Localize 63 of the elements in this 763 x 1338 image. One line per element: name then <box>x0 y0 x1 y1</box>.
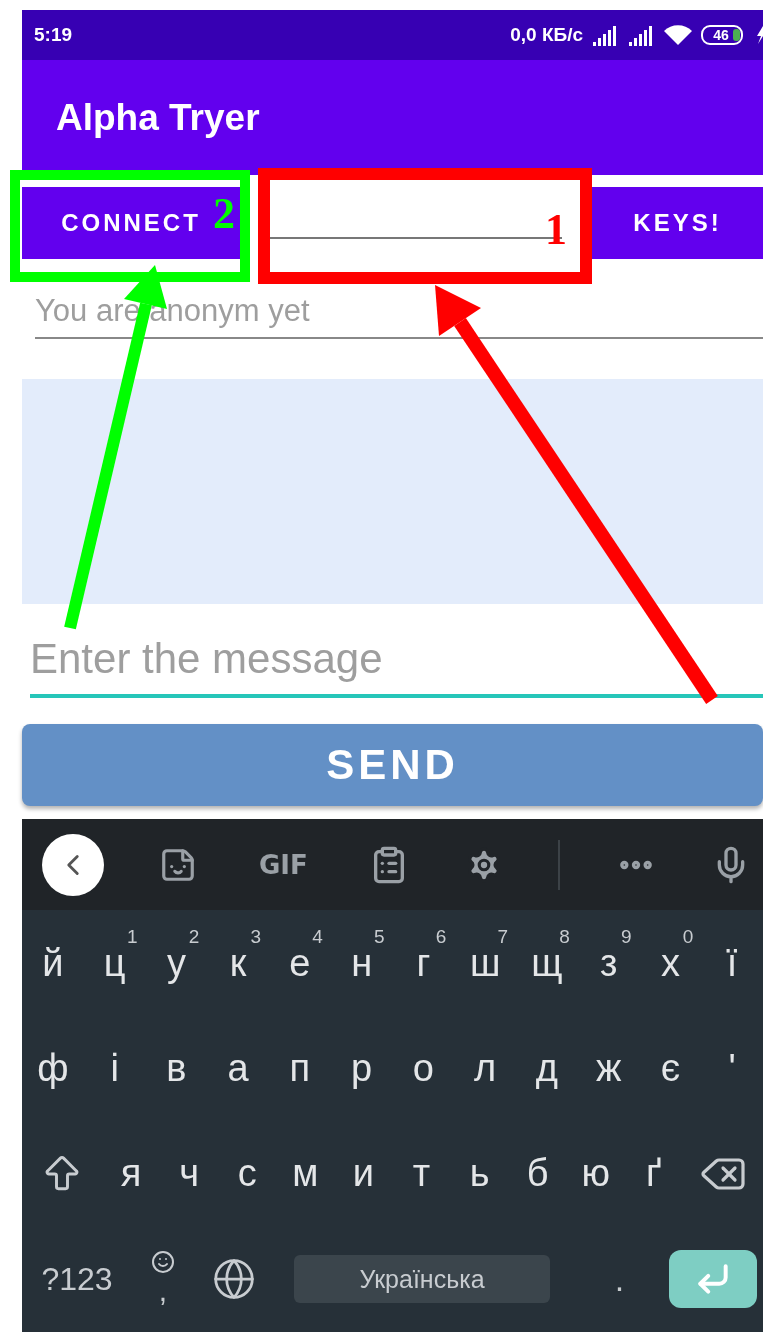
key-hint: 3 <box>250 926 261 949</box>
keyboard-key[interactable]: б <box>508 1121 567 1227</box>
keyboard-key[interactable]: ї <box>701 910 763 1016</box>
keyboard-key[interactable]: р <box>330 1015 393 1122</box>
key-hint: 9 <box>620 926 632 949</box>
nickname-field[interactable]: You are anonym yet <box>35 285 763 339</box>
keyboard-key[interactable]: о <box>392 1015 455 1122</box>
annotation-number: 2 <box>213 189 235 238</box>
keyboard-key[interactable]: ю <box>566 1121 625 1227</box>
keyboard-key[interactable]: ч <box>160 1121 219 1227</box>
keyboard-key[interactable]: ґ <box>624 1121 683 1227</box>
keyboard-key[interactable]: з 9 <box>577 910 640 1016</box>
key-hint: 4 <box>312 926 323 949</box>
keyboard-key[interactable]: м <box>276 1121 335 1227</box>
keyboard-key[interactable]: ш 7 <box>454 910 516 1016</box>
message-field[interactable]: Enter the message <box>30 624 763 698</box>
signal-icon <box>591 24 619 46</box>
key-hint: 8 <box>559 926 570 949</box>
keyboard-key[interactable]: є <box>639 1015 702 1122</box>
keyboard-key[interactable]: я <box>102 1121 161 1227</box>
space-key[interactable]: Українська <box>294 1255 550 1304</box>
keyboard-key[interactable]: а <box>207 1015 269 1122</box>
period-key[interactable]: . <box>570 1226 669 1333</box>
signal-icon <box>627 24 655 46</box>
key-hint: 1 <box>126 926 138 949</box>
globe-icon[interactable] <box>212 1257 256 1302</box>
keyboard-key[interactable]: в <box>145 1015 208 1122</box>
keyboard-key[interactable]: г 6 <box>392 910 455 1016</box>
enter-key[interactable] <box>669 1250 757 1309</box>
keyboard-key[interactable]: й <box>22 910 84 1016</box>
keyboard-key[interactable]: с <box>218 1121 277 1227</box>
keyboard-key[interactable]: е 4 <box>269 910 331 1016</box>
wifi-icon <box>663 24 693 46</box>
keyboard-key[interactable]: ф <box>22 1015 84 1122</box>
key-hint: 6 <box>435 926 447 949</box>
keyboard-key[interactable]: и <box>334 1121 393 1227</box>
keyboard-key[interactable]: х 0 <box>639 910 702 1016</box>
keys-button[interactable]: KEYS! <box>592 187 763 259</box>
key-hint: 2 <box>188 926 200 949</box>
keyboard-key[interactable]: ' <box>701 1015 763 1122</box>
network-speed: 0,0 КБ/с <box>510 24 583 46</box>
keyboard-key[interactable]: щ 8 <box>516 910 578 1016</box>
key-hint: 0 <box>682 926 694 949</box>
keyboard-key[interactable]: т <box>392 1121 451 1227</box>
smiley-icon[interactable] <box>151 1250 175 1275</box>
keyboard-key[interactable]: н 5 <box>330 910 393 1016</box>
comma-key[interactable]: , <box>132 1226 194 1333</box>
keyboard-key[interactable]: і <box>83 1015 146 1122</box>
symbols-key[interactable]: ?123 <box>22 1226 132 1333</box>
keyboard-key[interactable]: д <box>516 1015 578 1122</box>
keyboard-key[interactable]: у 2 <box>145 910 208 1016</box>
status-time: 5:19 <box>34 24 73 46</box>
keyboard-key[interactable]: ж <box>577 1015 640 1122</box>
keyboard-key[interactable]: п <box>269 1015 331 1122</box>
keyboard-key[interactable]: ь <box>450 1121 509 1227</box>
key-hint: 7 <box>497 926 508 949</box>
keyboard-key[interactable]: л <box>454 1015 516 1122</box>
key-hint: 5 <box>373 926 385 949</box>
gif-button[interactable]: GIF <box>252 848 314 881</box>
annotation-number: 1 <box>545 205 567 254</box>
keyboard-key[interactable]: к 3 <box>207 910 269 1016</box>
app-title: Alpha Tryer <box>56 96 260 139</box>
keyboard-key[interactable]: ц 1 <box>83 910 146 1016</box>
